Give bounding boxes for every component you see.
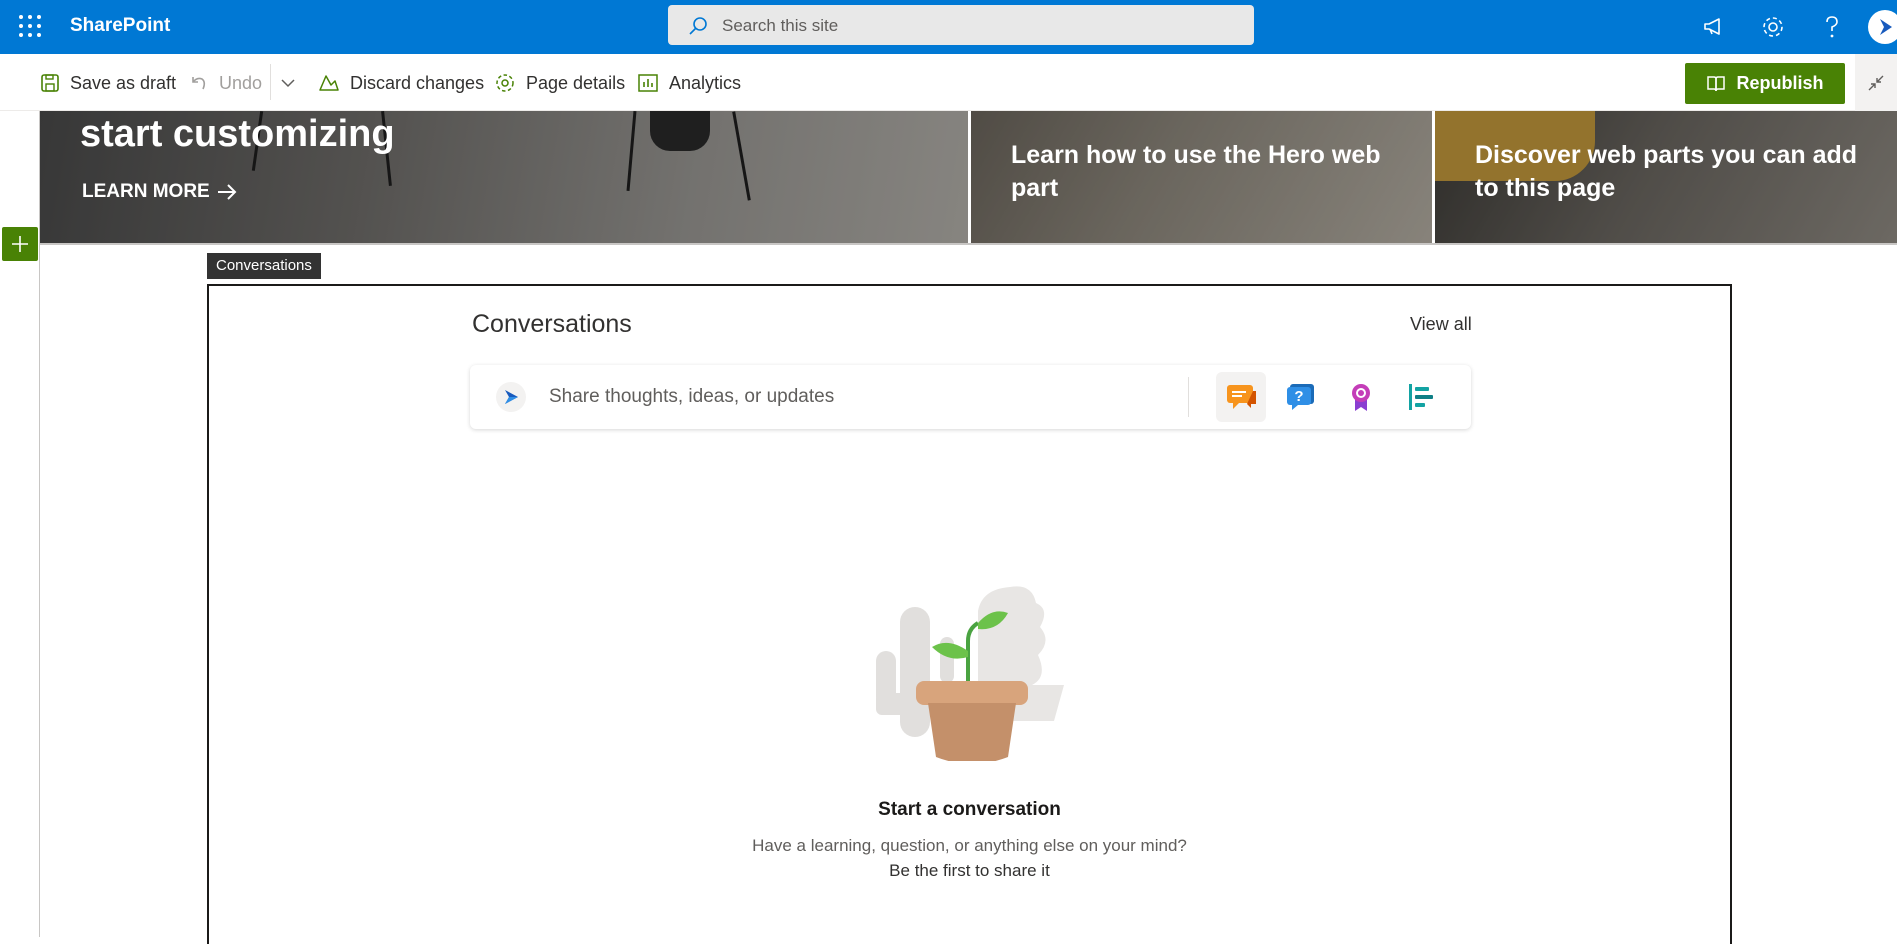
- search-placeholder: Search this site: [722, 16, 839, 35]
- gear-icon: [496, 74, 514, 92]
- save-draft-button[interactable]: Save as draft: [40, 71, 176, 95]
- question-icon: ?: [1287, 384, 1314, 410]
- analytics-label: Analytics: [669, 72, 742, 93]
- save-icon: [41, 74, 59, 92]
- viva-engage-logo: [496, 382, 526, 412]
- page-canvas: start customizing LEARN MORE Learn how t…: [0, 111, 1897, 944]
- discard-changes-button[interactable]: Discard changes: [318, 71, 484, 95]
- view-all-link[interactable]: View all: [1410, 314, 1472, 335]
- hero-tile-3-title: Discover web parts you can add to this p…: [1475, 141, 1858, 202]
- empty-state-description: Have a learning, question, or anything e…: [752, 836, 1187, 855]
- viva-logo-icon: [1880, 19, 1892, 35]
- chevron-down-icon: [281, 79, 295, 88]
- undo-button[interactable]: Undo: [189, 71, 262, 95]
- composer-divider: [1188, 377, 1189, 417]
- undo-icon: [192, 77, 206, 90]
- learn-more-label: LEARN MORE: [82, 181, 210, 202]
- analytics-button[interactable]: Analytics: [637, 71, 741, 95]
- composer-placeholder: Share thoughts, ideas, or updates: [549, 386, 835, 407]
- empty-state-cta: Be the first to share it: [889, 861, 1050, 880]
- megaphone-icon[interactable]: [1700, 13, 1728, 41]
- hero-tile-1[interactable]: start customizing LEARN MORE: [40, 111, 968, 243]
- republish-button[interactable]: Republish: [1685, 63, 1845, 104]
- page-details-button[interactable]: Page details: [494, 71, 625, 95]
- empty-state-plant-illustration: [876, 586, 1064, 761]
- conversations-title: Conversations: [472, 310, 632, 338]
- analytics-icon: [638, 74, 658, 92]
- avatar[interactable]: [1868, 10, 1897, 44]
- praise-icon: [1352, 384, 1370, 411]
- suite-bar: SharePoint Search this site: [0, 0, 1897, 54]
- command-bar: Save as draft Undo Discard changes Page …: [0, 54, 1897, 111]
- undo-dropdown-button[interactable]: [280, 71, 306, 95]
- book-icon: [1707, 75, 1726, 91]
- republish-label: Republish: [1736, 73, 1824, 93]
- save-draft-label: Save as draft: [70, 72, 177, 93]
- discussion-button[interactable]: [1216, 372, 1266, 422]
- search-icon: [689, 17, 707, 35]
- app-name[interactable]: SharePoint: [70, 15, 170, 37]
- hero-tile-1-title: start customizing: [80, 113, 395, 155]
- app-launcher-icon[interactable]: [18, 14, 42, 38]
- viva-logo-icon: [505, 390, 518, 404]
- discard-changes-label: Discard changes: [350, 72, 485, 93]
- hero-tile-2-title: Learn how to use the Hero web part: [1011, 141, 1381, 202]
- praise-button[interactable]: [1336, 372, 1386, 422]
- empty-state-title: Start a conversation: [878, 799, 1061, 820]
- gear-icon[interactable]: [1759, 13, 1787, 41]
- post-composer[interactable]: Share thoughts, ideas, or updates ?: [470, 365, 1471, 429]
- undo-label: Undo: [219, 72, 263, 93]
- page-details-label: Page details: [526, 72, 626, 93]
- question-button[interactable]: ?: [1276, 372, 1326, 422]
- discard-icon: [319, 75, 339, 91]
- plus-icon: [12, 236, 28, 252]
- search-box[interactable]: Search this site: [668, 5, 1254, 45]
- collapse-icon: [1868, 75, 1884, 90]
- poll-button[interactable]: [1396, 372, 1446, 422]
- webpart-tag[interactable]: Conversations: [207, 253, 321, 279]
- discussion-icon: [1227, 385, 1256, 409]
- poll-icon: [1409, 384, 1433, 410]
- divider: [270, 64, 271, 100]
- collapse-button[interactable]: [1855, 54, 1897, 111]
- arrow-right-icon: [217, 184, 237, 200]
- hero-divider: [40, 243, 1897, 245]
- help-icon[interactable]: [1818, 13, 1846, 41]
- hero-tile-2[interactable]: Learn how to use the Hero web part: [971, 111, 1432, 243]
- learn-more-link[interactable]: LEARN MORE: [82, 181, 238, 203]
- hero-webpart: start customizing LEARN MORE Learn how t…: [40, 111, 1897, 243]
- hero-tile-3[interactable]: Discover web parts you can add to this p…: [1435, 111, 1897, 243]
- svg-text:?: ?: [1294, 388, 1303, 405]
- add-section-button[interactable]: [2, 227, 38, 261]
